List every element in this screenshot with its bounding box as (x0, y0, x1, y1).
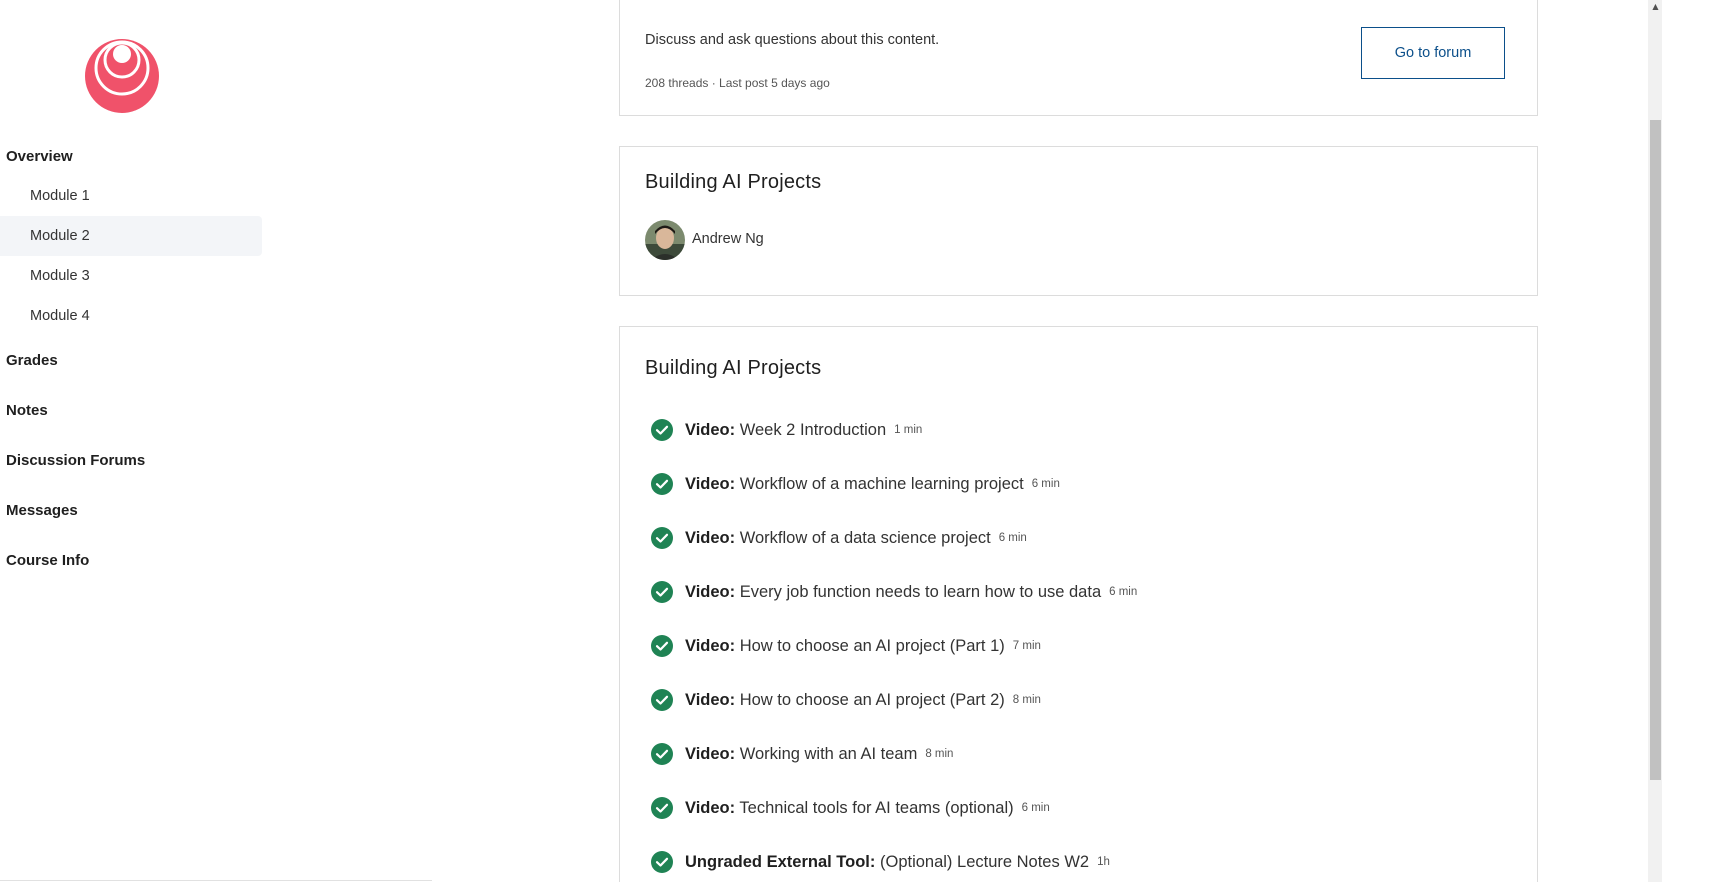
scroll-up-arrow-icon[interactable]: ▲ (1650, 0, 1661, 14)
nav-messages[interactable]: Messages (0, 486, 262, 536)
nav-module-2[interactable]: Module 2 (0, 216, 262, 256)
avatar[interactable] (645, 220, 685, 260)
lesson-title[interactable]: Workflow of a machine learning project (740, 475, 1024, 493)
lesson-item[interactable]: Video: Week 2 Introduction 1 min (645, 419, 1525, 473)
check-circle-icon (651, 851, 673, 873)
forum-meta: 208 threads · Last post 5 days ago (645, 76, 830, 90)
instructor-card: Building AI Projects Andrew Ng (619, 146, 1538, 296)
lesson-duration: 1h (1097, 856, 1110, 868)
course-logo[interactable] (84, 38, 160, 114)
lesson-list: Video: Week 2 Introduction 1 min Video: … (645, 419, 1525, 882)
forum-description: Discuss and ask questions about this con… (645, 32, 940, 48)
lesson-title[interactable]: Working with an AI team (740, 745, 918, 763)
check-circle-icon (651, 797, 673, 819)
check-circle-icon (651, 419, 673, 441)
lesson-duration: 8 min (1012, 694, 1041, 706)
course-nav: Overview Module 1 Module 2 Module 3 Modu… (0, 140, 262, 586)
lesson-type: Video: (685, 583, 736, 601)
lesson-duration: 7 min (1012, 640, 1041, 652)
lesson-item[interactable]: Video: How to choose an AI project (Part… (645, 635, 1525, 689)
check-circle-icon (651, 689, 673, 711)
nav-module-1[interactable]: Module 1 (0, 176, 262, 216)
check-circle-icon (651, 743, 673, 765)
instructor-name[interactable]: Andrew Ng (692, 231, 764, 247)
lesson-item[interactable]: Video: Workflow of a data science projec… (645, 527, 1525, 581)
lesson-title[interactable]: Workflow of a data science project (740, 529, 991, 547)
nav-module-4[interactable]: Module 4 (0, 296, 262, 336)
lesson-item[interactable]: Video: Technical tools for AI teams (opt… (645, 797, 1525, 851)
lesson-type: Video: (685, 799, 736, 817)
lesson-title[interactable]: (Optional) Lecture Notes W2 (880, 853, 1089, 871)
lesson-duration: 6 min (1109, 586, 1138, 598)
forum-card: Discuss and ask questions about this con… (619, 0, 1538, 116)
section-title: Building AI Projects (645, 357, 822, 379)
lesson-item[interactable]: Video: Workflow of a machine learning pr… (645, 473, 1525, 527)
lesson-item[interactable]: Video: Working with an AI team 8 min (645, 743, 1525, 797)
lesson-title[interactable]: Technical tools for AI teams (optional) (739, 799, 1013, 817)
section-title: Building AI Projects (645, 171, 822, 193)
lesson-title[interactable]: How to choose an AI project (Part 2) (740, 691, 1005, 709)
divider (0, 880, 432, 881)
lesson-item[interactable]: Ungraded External Tool: (Optional) Lectu… (645, 851, 1525, 882)
lesson-type: Video: (685, 745, 736, 763)
lesson-title[interactable]: Week 2 Introduction (740, 421, 886, 439)
sidebar: Overview Module 1 Module 2 Module 3 Modu… (0, 0, 262, 882)
lesson-title[interactable]: How to choose an AI project (Part 1) (740, 637, 1005, 655)
lesson-item[interactable]: Video: How to choose an AI project (Part… (645, 689, 1525, 743)
lessons-card: Building AI Projects Video: Week 2 Intro… (619, 326, 1538, 882)
lesson-type: Video: (685, 529, 736, 547)
scrollbar-thumb[interactable] (1650, 120, 1661, 780)
nav-overview[interactable]: Overview (0, 140, 262, 176)
lesson-type: Video: (685, 637, 736, 655)
nav-grades[interactable]: Grades (0, 336, 262, 386)
nav-discussion-forums[interactable]: Discussion Forums (0, 436, 262, 486)
lesson-type: Video: (685, 475, 736, 493)
nav-course-info[interactable]: Course Info (0, 536, 262, 586)
lesson-title[interactable]: Every job function needs to learn how to… (740, 583, 1101, 601)
nav-module-3[interactable]: Module 3 (0, 256, 262, 296)
lesson-duration: 8 min (925, 748, 954, 760)
lesson-type: Video: (685, 421, 736, 439)
lesson-type: Ungraded External Tool: (685, 853, 876, 871)
go-to-forum-button[interactable]: Go to forum (1361, 27, 1505, 79)
lesson-item[interactable]: Video: Every job function needs to learn… (645, 581, 1525, 635)
nav-notes[interactable]: Notes (0, 386, 262, 436)
lesson-duration: 6 min (1031, 478, 1060, 490)
lesson-type: Video: (685, 691, 736, 709)
check-circle-icon (651, 473, 673, 495)
check-circle-icon (651, 635, 673, 657)
check-circle-icon (651, 581, 673, 603)
lesson-duration: 6 min (1021, 802, 1050, 814)
lesson-duration: 6 min (998, 532, 1027, 544)
lesson-duration: 1 min (894, 424, 923, 436)
check-circle-icon (651, 527, 673, 549)
